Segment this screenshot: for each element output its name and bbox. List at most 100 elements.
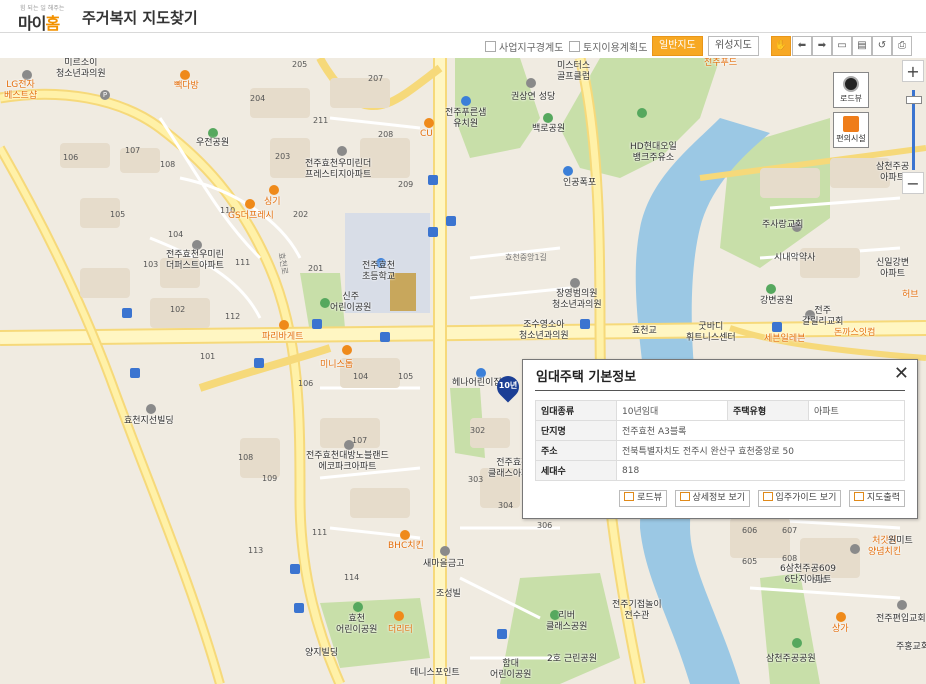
building-icon[interactable] <box>146 404 156 414</box>
close-icon[interactable]: ✕ <box>894 363 909 385</box>
reset-icon[interactable]: ↺ <box>872 36 892 56</box>
place-label[interactable]: HD현대오일 뱅크주유소 <box>630 142 677 164</box>
cafe-icon[interactable] <box>180 70 190 80</box>
park-icon[interactable] <box>320 298 330 308</box>
park-icon[interactable] <box>543 113 553 123</box>
move-in-guide-button[interactable]: 입주가이드 보기 <box>757 490 842 507</box>
roadview-link-button[interactable]: 로드뷰 <box>619 490 667 507</box>
bus-stop-icon[interactable] <box>294 603 304 613</box>
store-icon[interactable] <box>424 118 434 128</box>
daycare-icon[interactable] <box>476 368 486 378</box>
housing-marker[interactable]: 10년 <box>492 371 524 403</box>
convenience-button[interactable]: 편의시설 <box>833 112 869 148</box>
place-label[interactable]: 전주효천우미린더 프레스티지아파트 <box>305 159 371 181</box>
place-label[interactable]: 효천지선빌딩 <box>124 416 174 427</box>
parking-icon[interactable]: P <box>100 90 110 100</box>
place-label[interactable]: 권상연 성당 <box>511 92 555 103</box>
place-label[interactable]: 신주 어린이공원 <box>330 292 371 314</box>
place-label[interactable]: 전주푸드 <box>704 58 737 69</box>
place-label[interactable]: 함대 어린이공원 <box>490 659 531 681</box>
place-label[interactable]: 백로공원 <box>532 124 565 135</box>
roadview-button[interactable]: 로드뷰 <box>833 72 869 108</box>
park-icon[interactable] <box>766 284 776 294</box>
store-icon[interactable] <box>245 199 255 209</box>
chicken-icon[interactable] <box>400 530 410 540</box>
place-label[interactable]: 허브 <box>902 290 919 301</box>
bus-stop-icon[interactable] <box>580 319 590 329</box>
place-label[interactable]: 6삼천주공609 6단지아파트 <box>780 564 836 586</box>
place-label[interactable]: 상가 <box>832 624 849 635</box>
place-label[interactable]: 시내악약사 <box>774 253 815 264</box>
store-icon[interactable] <box>836 612 846 622</box>
place-label[interactable]: 전주효천대방노블랜드 에코파크아파트 <box>306 451 389 473</box>
bus-stop-icon[interactable] <box>312 319 322 329</box>
place-label[interactable]: 우전공원 <box>196 138 229 149</box>
print-map-button[interactable]: 지도출력 <box>848 490 905 507</box>
place-label[interactable]: 2호 근린공원 <box>547 654 597 665</box>
place-label[interactable]: 빽다방 <box>174 81 199 92</box>
apartment-icon[interactable] <box>344 440 354 450</box>
apartment-icon[interactable] <box>192 240 202 250</box>
store-icon[interactable] <box>342 345 352 355</box>
land-use-checkbox[interactable]: 토지이용계획도 <box>569 39 647 54</box>
poi-icon[interactable] <box>22 70 32 80</box>
kindergarten-icon[interactable] <box>461 96 471 106</box>
park-icon[interactable] <box>792 638 802 648</box>
apartment-icon[interactable] <box>850 544 860 554</box>
place-label[interactable]: BHC치킨 <box>388 541 424 552</box>
general-map-button[interactable]: 일반지도 <box>652 36 703 56</box>
place-label[interactable]: 파리바게트 <box>262 332 303 343</box>
place-label[interactable]: 미스터스 골프클럽 <box>557 61 590 83</box>
place-label[interactable]: 강변공원 <box>760 296 793 307</box>
store-icon[interactable] <box>269 185 279 195</box>
place-label[interactable]: GS더프레시 <box>228 211 274 222</box>
bus-stop-icon[interactable] <box>428 227 438 237</box>
bus-stop-icon[interactable] <box>290 564 300 574</box>
place-label[interactable]: 주홍교회 <box>896 642 926 653</box>
place-label[interactable]: 양지빌딩 <box>305 648 338 659</box>
place-label[interactable]: 주사랑교회 <box>762 220 803 231</box>
place-label[interactable]: CU <box>420 129 433 140</box>
pan-hand-icon[interactable]: ✋ <box>771 36 791 56</box>
place-label[interactable]: 전주효천우미린 더퍼스트아파트 <box>166 250 224 272</box>
place-label[interactable]: 테니스포인트 <box>410 668 460 679</box>
bus-stop-icon[interactable] <box>122 308 132 318</box>
place-label[interactable]: 더리터 <box>388 625 413 636</box>
business-district-checkbox[interactable]: 사업지구경계도 <box>485 39 563 54</box>
distance-icon[interactable]: ▭ <box>832 36 852 56</box>
waterfall-icon[interactable] <box>563 166 573 176</box>
arrow-right-icon[interactable]: ➡ <box>812 36 832 56</box>
satellite-map-button[interactable]: 위성지도 <box>708 36 759 56</box>
bus-stop-icon[interactable] <box>772 322 782 332</box>
place-label[interactable]: 미르소이 청소년과의원 <box>56 58 106 80</box>
bus-stop-icon[interactable] <box>254 358 264 368</box>
bus-stop-icon[interactable] <box>497 629 507 639</box>
apartment-icon[interactable] <box>337 146 347 156</box>
place-label[interactable]: 조수영소아 청소년과의원 <box>519 320 569 342</box>
place-label[interactable]: 전주 갈릴리교회 <box>802 306 843 328</box>
place-label[interactable]: 새마을금고 <box>423 559 464 570</box>
place-label[interactable]: 헤나어린이집 <box>452 378 502 389</box>
bus-stop-icon[interactable] <box>130 368 140 378</box>
place-label[interactable]: 리버 클래스공원 <box>546 611 587 633</box>
place-label[interactable]: 미니스톱 <box>320 360 353 371</box>
zoom-out-button[interactable]: − <box>902 172 924 194</box>
church-icon[interactable] <box>897 600 907 610</box>
store-icon[interactable] <box>394 611 404 621</box>
zoom-handle[interactable] <box>906 96 922 104</box>
print-icon[interactable]: ⎙ <box>892 36 912 56</box>
place-label[interactable]: 돈까스잇컴 <box>834 328 875 339</box>
place-label[interactable]: LG전자 베스트샵 <box>4 80 37 102</box>
place-label[interactable]: 신일강변 아파트 <box>876 258 909 280</box>
park-icon[interactable] <box>353 602 363 612</box>
place-label[interactable]: 효천 어린이공원 <box>336 614 377 636</box>
place-label[interactable]: 조성빌 <box>436 589 461 600</box>
zoom-in-button[interactable]: + <box>902 60 924 82</box>
bus-stop-icon[interactable] <box>446 216 456 226</box>
place-label[interactable]: 전주효천 초등학교 <box>362 261 395 283</box>
church-icon[interactable] <box>526 78 536 88</box>
place-label[interactable]: 세븐일레븐 <box>764 334 805 345</box>
place-label[interactable]: 전주기접놀이 전수관 <box>612 600 662 622</box>
area-icon[interactable]: ▤ <box>852 36 872 56</box>
place-label[interactable]: 인공폭포 <box>563 178 596 189</box>
